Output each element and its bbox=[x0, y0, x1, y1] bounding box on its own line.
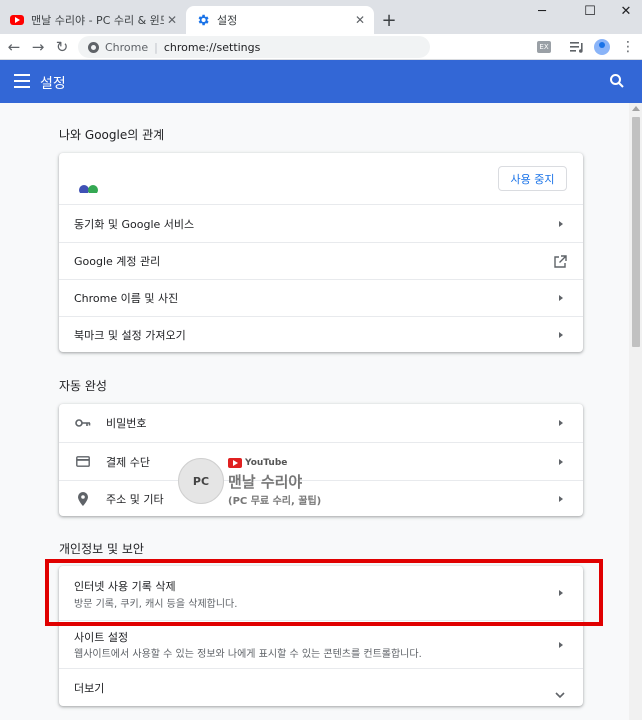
highlight-annotation bbox=[45, 559, 603, 626]
profile-avatar[interactable] bbox=[593, 38, 611, 56]
chrome-site-icon bbox=[88, 41, 99, 53]
back-button[interactable]: ← bbox=[4, 37, 24, 57]
row-label: Chrome 이름 및 사진 bbox=[74, 292, 179, 305]
watermark-name: 맨날 수리야 bbox=[228, 473, 303, 491]
page-title: 설정 bbox=[40, 76, 66, 92]
channel-watermark: PC YouTube 맨날 수리야 (PC 무료 수리, 꿀팁) bbox=[178, 456, 328, 510]
chevron-down-icon bbox=[555, 684, 565, 698]
row-site-settings[interactable]: 사이트 설정 웹사이트에서 사용할 수 있는 정보와 나에게 표시할 수 있는 … bbox=[59, 620, 583, 668]
extension-icon[interactable]: EX bbox=[535, 38, 553, 56]
scrollbar[interactable] bbox=[629, 103, 642, 720]
watermark-subtitle: (PC 무료 수리, 꿀팁) bbox=[228, 496, 322, 507]
chevron-right-icon bbox=[559, 495, 563, 502]
credit-card-icon bbox=[75, 454, 91, 470]
reload-button[interactable]: ↻ bbox=[52, 37, 72, 57]
watermark-youtube: YouTube bbox=[228, 456, 287, 470]
chevron-right-icon bbox=[559, 295, 563, 301]
forward-button[interactable]: → bbox=[28, 37, 48, 57]
tab-title: 설정 bbox=[217, 14, 238, 27]
chevron-right-icon bbox=[559, 641, 563, 648]
close-tab-icon[interactable]: ✕ bbox=[352, 12, 368, 28]
row-label: 더보기 bbox=[74, 681, 105, 695]
row-import-bookmarks[interactable]: 북마크 및 설정 가져오기 bbox=[59, 316, 583, 352]
youtube-icon bbox=[228, 458, 242, 468]
tab-title: 맨날 수리야 - PC 수리 & 윈도우 bbox=[31, 14, 164, 27]
menu-icon[interactable] bbox=[14, 74, 30, 88]
scroll-up-icon[interactable] bbox=[632, 106, 640, 111]
row-label: 주소 및 기타 bbox=[106, 492, 164, 506]
section-title-autofill: 자동 완성 bbox=[59, 379, 107, 393]
omnibox-chip: Chrome bbox=[105, 40, 149, 54]
row-label: 비밀번호 bbox=[106, 417, 147, 430]
browser-toolbar: ← → ↻ Chrome | chrome://settings EX ⋮ bbox=[0, 34, 642, 60]
search-icon[interactable] bbox=[609, 73, 625, 89]
tab-strip: 맨날 수리야 - PC 수리 & 윈도우 ✕ 설정 ✕ + ─ ☐ ✕ bbox=[0, 0, 642, 34]
row-sublabel: 웹사이트에서 사용할 수 있는 정보와 나에게 표시할 수 있는 콘텐츠를 컨트… bbox=[74, 649, 422, 660]
address-bar[interactable]: Chrome | chrome://settings bbox=[78, 36, 430, 58]
chevron-right-icon bbox=[559, 220, 563, 227]
row-sync-google-services[interactable]: 동기화 및 Google 서비스 bbox=[59, 204, 583, 242]
section-title-privacy: 개인정보 및 보안 bbox=[59, 542, 144, 556]
card-you-and-google: 사용 중지 동기화 및 Google 서비스 Google 계정 관리 Chro… bbox=[59, 153, 583, 352]
stop-sync-button[interactable]: 사용 중지 bbox=[498, 166, 567, 191]
new-tab-button[interactable]: + bbox=[378, 9, 400, 31]
row-label: Google 계정 관리 bbox=[74, 255, 161, 268]
chevron-right-icon bbox=[559, 458, 563, 465]
maximize-button[interactable]: ☐ bbox=[570, 0, 610, 22]
omnibox-url: chrome://settings bbox=[163, 40, 261, 54]
location-pin-icon bbox=[75, 491, 91, 507]
settings-header: 설정 bbox=[0, 60, 642, 103]
row-label: 결제 수단 bbox=[106, 455, 150, 469]
row-label: 사이트 설정 bbox=[74, 631, 129, 644]
chevron-right-icon bbox=[559, 420, 563, 426]
chrome-menu-icon[interactable]: ⋮ bbox=[619, 38, 637, 56]
row-manage-google-account[interactable]: Google 계정 관리 bbox=[59, 242, 583, 279]
scroll-thumb[interactable] bbox=[632, 117, 640, 347]
account-avatar bbox=[79, 185, 109, 193]
row-chrome-name-photo[interactable]: Chrome 이름 및 사진 bbox=[59, 279, 583, 316]
youtube-icon bbox=[10, 13, 24, 27]
close-tab-icon[interactable]: ✕ bbox=[164, 12, 180, 28]
media-control-icon[interactable] bbox=[568, 38, 586, 56]
row-label: 동기화 및 Google 서비스 bbox=[74, 217, 195, 231]
window-close-button[interactable]: ✕ bbox=[606, 0, 642, 22]
section-title-you-and-google: 나와 Google의 관계 bbox=[59, 128, 165, 142]
minimize-button[interactable]: ─ bbox=[522, 0, 562, 22]
watermark-youtube-label: YouTube bbox=[245, 458, 288, 468]
gear-icon bbox=[196, 13, 210, 27]
key-icon bbox=[75, 415, 91, 431]
row-label: 북마크 및 설정 가져오기 bbox=[74, 328, 186, 342]
omnibox-separator: | bbox=[154, 40, 158, 54]
row-passwords[interactable]: 비밀번호 bbox=[59, 404, 583, 442]
chevron-right-icon bbox=[559, 331, 563, 338]
tab-settings[interactable]: 설정 ✕ bbox=[186, 6, 374, 34]
watermark-logo: PC bbox=[178, 458, 224, 504]
row-more[interactable]: 더보기 bbox=[59, 668, 583, 706]
extension-badge: EX bbox=[537, 41, 551, 53]
tab-youtube[interactable]: 맨날 수리야 - PC 수리 & 윈도우 ✕ bbox=[0, 6, 186, 34]
external-link-icon bbox=[553, 254, 567, 268]
